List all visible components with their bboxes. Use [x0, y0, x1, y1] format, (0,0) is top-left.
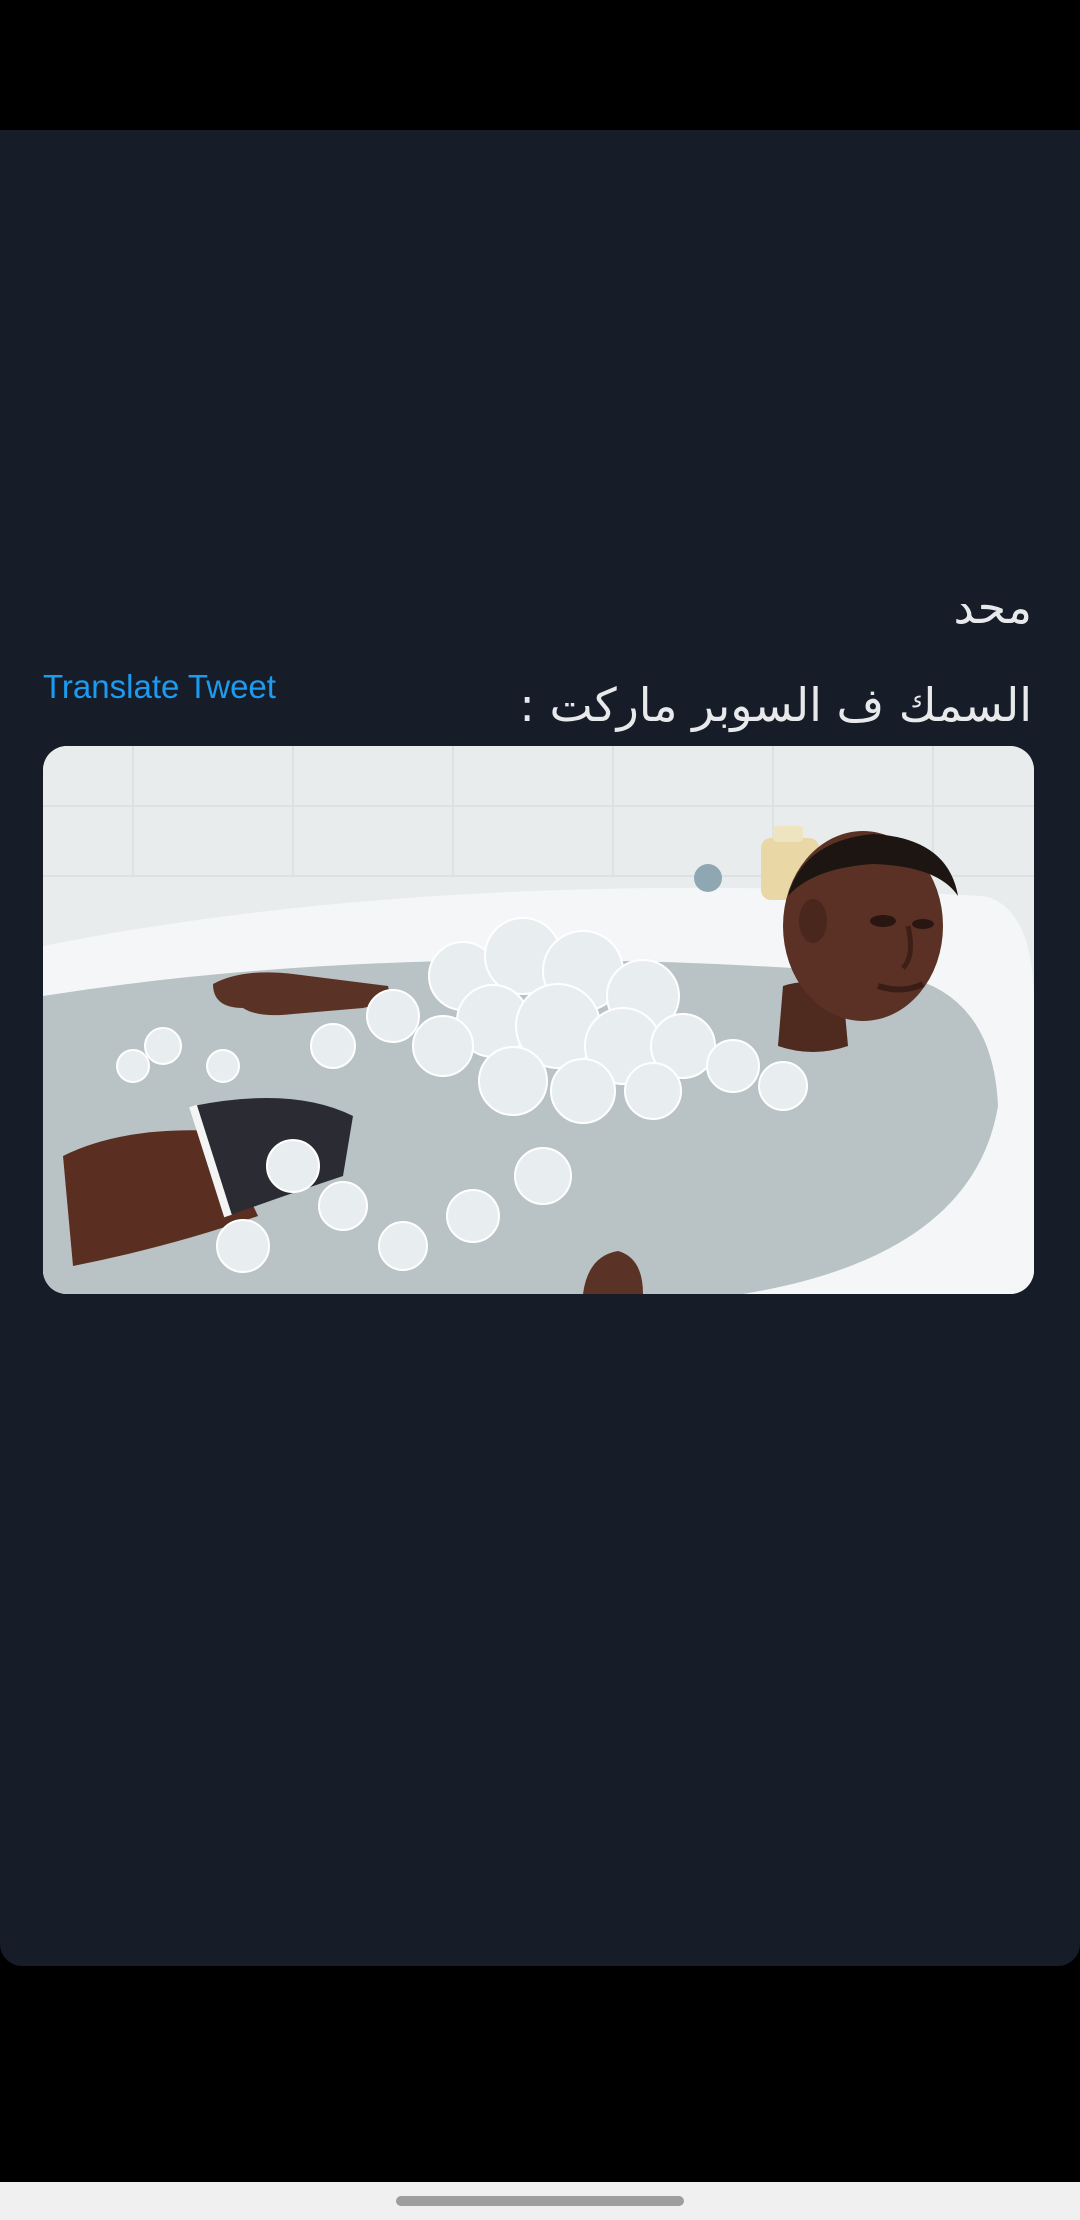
home-gesture-pill[interactable] [396, 2196, 684, 2206]
photo-illustration [43, 746, 1034, 1294]
screen: محد السمك ف السوبر ماركت : Translate Twe… [0, 0, 1080, 2220]
system-navigation-bar [0, 2182, 1080, 2220]
translate-tweet-link[interactable]: Translate Tweet [43, 668, 276, 706]
tweet-text-line-1: محد [953, 580, 1032, 634]
tweet-text: محد السمك ف السوبر ماركت : [48, 558, 1032, 754]
tweet-media-photo[interactable] [43, 746, 1034, 1294]
